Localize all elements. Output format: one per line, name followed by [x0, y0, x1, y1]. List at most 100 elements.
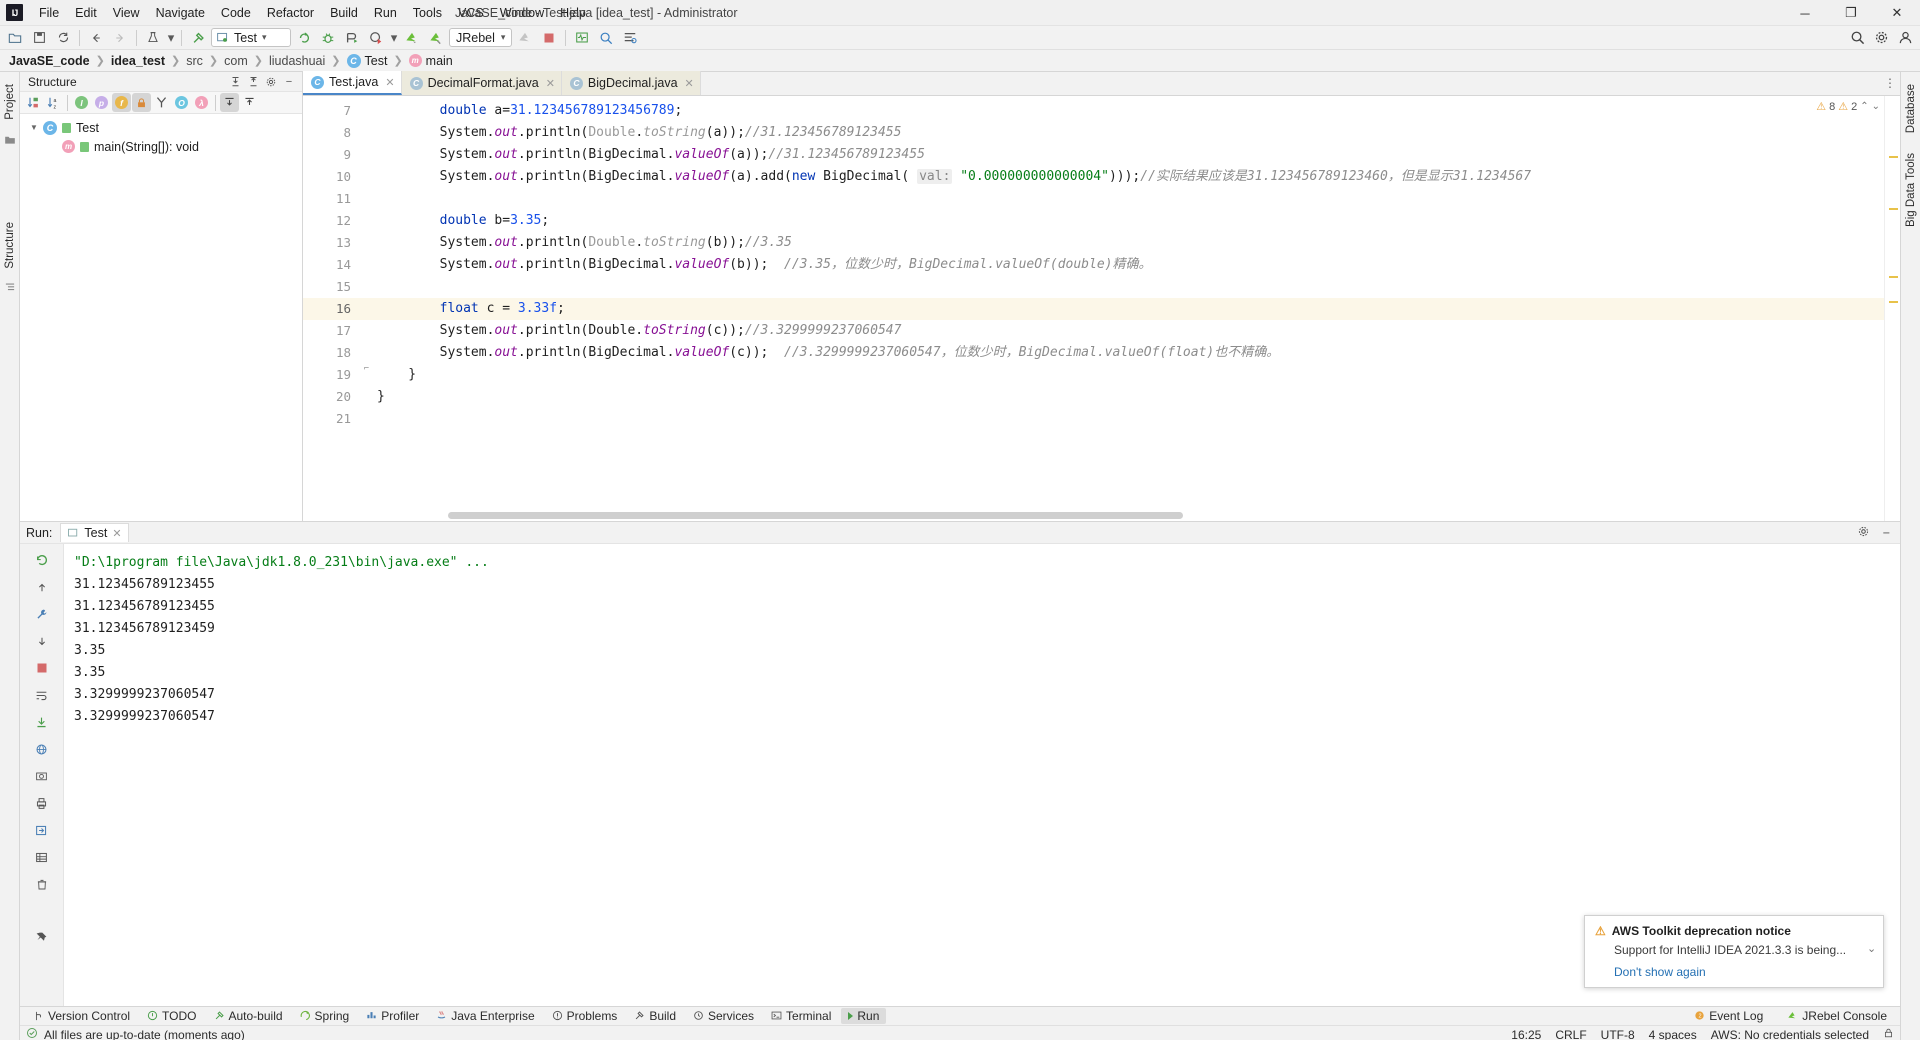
jrebel-debug-icon[interactable]: [425, 28, 447, 48]
run-with-coverage-icon[interactable]: [142, 28, 164, 48]
menu-tools[interactable]: Tools: [405, 3, 450, 23]
gutter-line-number[interactable]: 18: [303, 342, 373, 364]
show-inherited-icon[interactable]: I: [72, 93, 91, 112]
code-line[interactable]: [373, 188, 1884, 210]
bottom-item-auto-build[interactable]: Auto-build: [207, 1008, 290, 1024]
save-icon[interactable]: [28, 28, 50, 48]
grid-icon[interactable]: [31, 847, 53, 867]
pin-icon[interactable]: [31, 927, 53, 947]
menu-refactor[interactable]: Refactor: [259, 3, 322, 23]
code-line[interactable]: System.out.println(Double.toString(b));/…: [373, 232, 1884, 254]
account-icon[interactable]: [1894, 28, 1916, 48]
gutter-line-number[interactable]: 20: [303, 386, 373, 408]
code-line[interactable]: [373, 276, 1884, 298]
gutter-line-number[interactable]: 9: [303, 144, 373, 166]
menu-run[interactable]: Run: [366, 3, 405, 23]
editor-gutter[interactable]: 7 8 9 10 11 12 13 14 15 16 17 18 19 20 21 ⌐: [303, 96, 373, 522]
menu-view[interactable]: View: [105, 3, 148, 23]
bottom-item-services[interactable]: Services: [686, 1008, 761, 1024]
expand-all-icon[interactable]: [226, 74, 244, 90]
soft-wrap-icon[interactable]: [31, 685, 53, 705]
open-in-icon[interactable]: [31, 820, 53, 840]
open-folder-icon[interactable]: [4, 28, 26, 48]
menu-code[interactable]: Code: [213, 3, 259, 23]
close-button[interactable]: ✕: [1874, 0, 1920, 26]
collapse-all-icon[interactable]: [244, 74, 262, 90]
chevron-down-icon[interactable]: ▾: [501, 32, 506, 43]
debug-button[interactable]: [317, 28, 339, 48]
breadcrumb-item-com[interactable]: com: [221, 53, 251, 69]
code-line[interactable]: double a=31.123456789123456789;: [373, 100, 1884, 122]
code-line[interactable]: System.out.println(BigDecimal.valueOf(c)…: [373, 342, 1884, 364]
gutter-line-number[interactable]: 21: [303, 408, 373, 430]
close-icon[interactable]: ✕: [112, 527, 121, 540]
rerun-icon[interactable]: [31, 550, 53, 570]
gutter-line-number[interactable]: 15: [303, 276, 373, 298]
notification-balloon[interactable]: ⚠ AWS Toolkit deprecation notice Support…: [1584, 914, 1884, 988]
close-icon[interactable]: ✕: [546, 77, 555, 90]
build-hammer-icon[interactable]: [187, 28, 209, 48]
collapse-all-tree-icon[interactable]: [240, 93, 259, 112]
settings-gear-icon[interactable]: [1857, 525, 1870, 541]
gutter-line-number[interactable]: 16: [303, 298, 373, 320]
bottom-item-spring[interactable]: Spring: [293, 1008, 357, 1024]
maximize-button[interactable]: ❐: [1828, 0, 1874, 26]
dont-show-again-link[interactable]: Don't show again: [1614, 965, 1873, 979]
show-non-public-icon[interactable]: [132, 93, 151, 112]
sidebar-item-big-data-tools[interactable]: Big Data Tools: [1904, 147, 1918, 233]
jrebel-selector[interactable]: JRebel ▾: [449, 28, 513, 47]
gutter-line-number[interactable]: 13: [303, 232, 373, 254]
sort-alphabetically-icon[interactable]: az: [44, 93, 63, 112]
search-everywhere-icon[interactable]: [595, 28, 617, 48]
code-line[interactable]: float c = 3.33f;: [373, 298, 1884, 320]
line-separator[interactable]: CRLF: [1555, 1028, 1586, 1040]
sidebar-item-project[interactable]: Project: [3, 78, 17, 126]
gutter-line-number[interactable]: 11: [303, 188, 373, 210]
monitor-icon[interactable]: [571, 28, 593, 48]
search-icon[interactable]: [1846, 28, 1868, 48]
chevron-up-icon[interactable]: ⌃: [1860, 101, 1868, 112]
code-line[interactable]: System.out.println(Double.toString(a));/…: [373, 122, 1884, 144]
bottom-item-event-log[interactable]: 2 Event Log: [1687, 1008, 1770, 1024]
breadcrumb-item-package[interactable]: liudashuai: [266, 53, 328, 69]
run-configuration-selector[interactable]: Test ▾: [211, 28, 291, 47]
gutter-line-number[interactable]: 14: [303, 254, 373, 276]
warning-marker[interactable]: [1889, 208, 1898, 210]
settings-gear-icon[interactable]: [262, 74, 280, 90]
breadcrumb-item-project[interactable]: JavaSE_code: [6, 53, 93, 69]
sidebar-item-database[interactable]: Database: [1904, 78, 1918, 139]
coverage-icon[interactable]: [365, 28, 387, 48]
minimize-button[interactable]: ─: [1782, 0, 1828, 26]
jrebel-run-icon[interactable]: [401, 28, 423, 48]
code-line[interactable]: System.out.println(BigDecimal.valueOf(b)…: [373, 254, 1884, 276]
inspection-summary[interactable]: ⚠ 8 ⚠ 2 ⌃ ⌄: [1816, 100, 1880, 114]
gutter-line-number[interactable]: 19: [303, 364, 373, 386]
expand-all-tree-icon[interactable]: [220, 93, 239, 112]
gutter-line-number[interactable]: 10: [303, 166, 373, 188]
tab-bigdecimal-java[interactable]: C BigDecimal.java ✕: [561, 71, 701, 95]
code-line[interactable]: double b=3.35;: [373, 210, 1884, 232]
scrollbar-thumb[interactable]: [448, 512, 1183, 520]
chevron-down-icon[interactable]: ⌄: [1872, 101, 1880, 112]
run-tab-test[interactable]: Test ✕: [60, 523, 129, 543]
wrench-icon[interactable]: [31, 604, 53, 624]
gutter-line-number[interactable]: 12: [303, 210, 373, 232]
code-scroll-area[interactable]: double a=31.123456789123456789; System.o…: [373, 96, 1884, 522]
chevron-down-icon[interactable]: ⌄: [1867, 942, 1876, 955]
bottom-item-run[interactable]: Run: [841, 1007, 887, 1024]
bottom-item-todo[interactable]: TODO: [140, 1008, 203, 1024]
gear-icon[interactable]: [1870, 28, 1892, 48]
file-encoding[interactable]: UTF-8: [1601, 1028, 1635, 1040]
print-icon[interactable]: [31, 793, 53, 813]
run-button[interactable]: [293, 28, 315, 48]
structure-search-icon[interactable]: [619, 28, 641, 48]
chevron-down-icon[interactable]: ▼: [30, 123, 38, 132]
breadcrumb-item-class[interactable]: C Test: [344, 53, 391, 69]
breadcrumb-item-src[interactable]: src: [183, 53, 206, 69]
close-icon[interactable]: ✕: [685, 77, 694, 90]
stop-button[interactable]: [538, 28, 560, 48]
bottom-item-jrebel-console[interactable]: JRebel Console: [1780, 1008, 1894, 1024]
scroll-down-icon[interactable]: [31, 631, 53, 651]
hide-panel-icon[interactable]: −: [280, 74, 298, 90]
breadcrumb-item-module[interactable]: idea_test: [108, 53, 168, 69]
